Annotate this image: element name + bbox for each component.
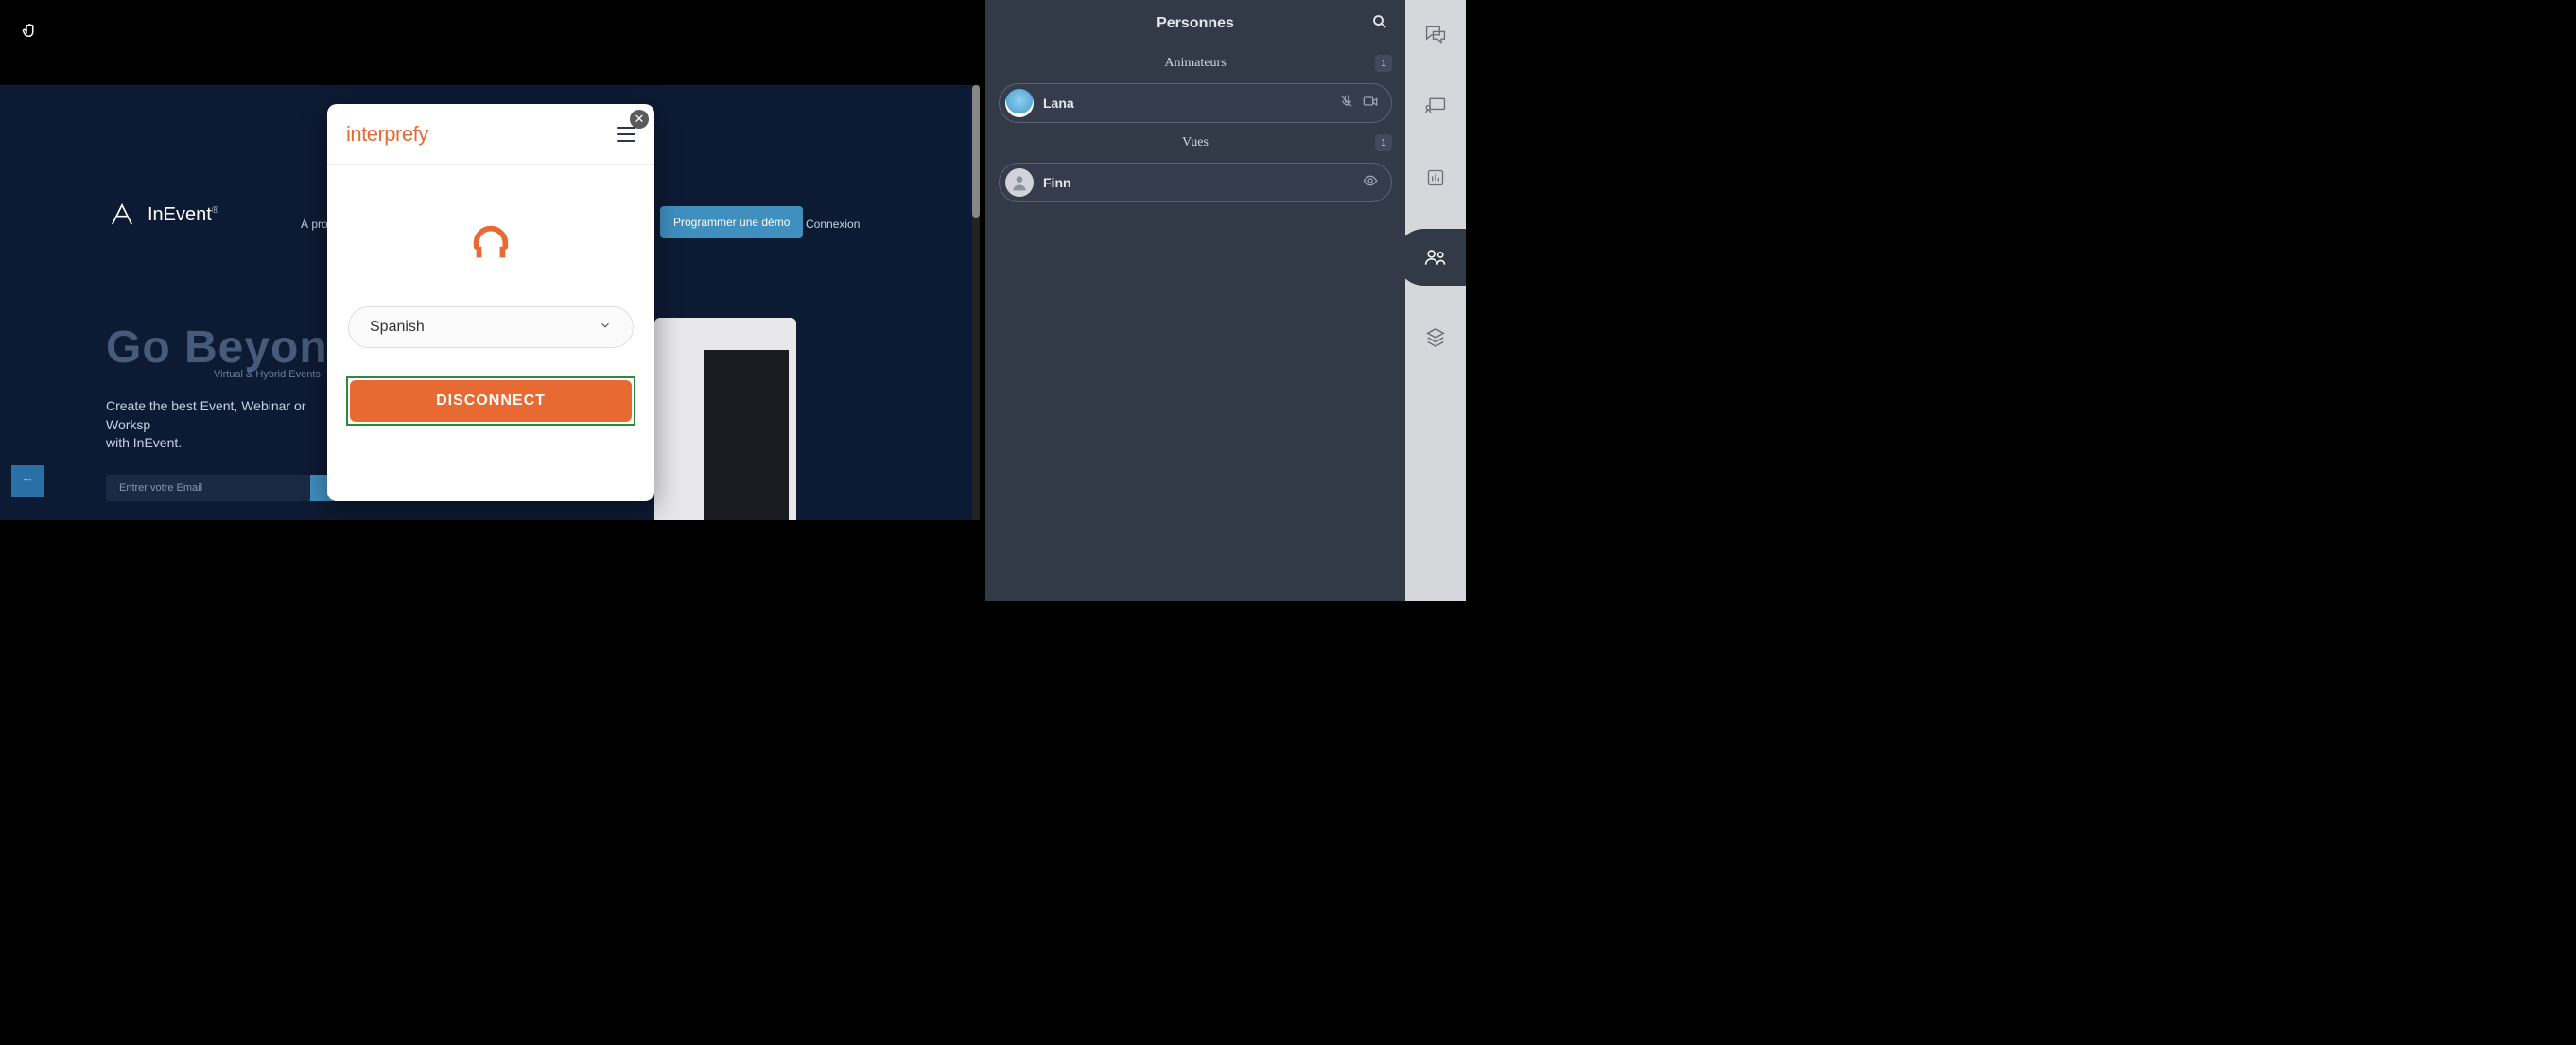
inevent-logo: InEvent® <box>106 199 218 231</box>
disconnect-highlight: DISCONNECT <box>346 376 635 426</box>
email-input[interactable]: Entrer votre Email <box>106 475 310 501</box>
demo-button[interactable]: Programmer une démo <box>660 206 803 238</box>
modal-header: interprefy <box>327 104 654 165</box>
rail-poll-icon[interactable] <box>1405 157 1466 199</box>
rail-layers-icon[interactable] <box>1405 316 1466 357</box>
raise-hand-icon[interactable] <box>21 23 38 44</box>
camera-icon[interactable] <box>1363 95 1378 113</box>
headphone-icon <box>327 221 654 265</box>
chevron-down-icon <box>599 319 612 337</box>
logo-text: InEvent <box>148 204 212 225</box>
count-badge: 1 <box>1375 55 1392 72</box>
right-rail <box>1405 0 1466 601</box>
avatar <box>1005 168 1034 197</box>
scrollbar-track[interactable] <box>972 85 980 520</box>
count-badge: 1 <box>1375 134 1392 151</box>
avatar <box>1005 89 1034 117</box>
interprefy-logo: interprefy <box>346 122 428 147</box>
hamburger-icon[interactable] <box>617 127 635 147</box>
video-thumbnail-inner <box>704 350 789 520</box>
mic-muted-icon[interactable] <box>1340 95 1353 113</box>
rail-chat-icon[interactable] <box>1405 13 1466 55</box>
people-panel: Personnes Animateurs 1 Lana Vues 1 Finn <box>985 0 1405 601</box>
help-chat-icon[interactable] <box>11 465 44 497</box>
disconnect-button[interactable]: DISCONNECT <box>350 380 632 422</box>
scrollbar-thumb[interactable] <box>972 85 980 218</box>
panel-title-text: Personnes <box>1157 15 1234 32</box>
connexion-link[interactable]: Connexion <box>806 218 860 231</box>
person-row-finn[interactable]: Finn <box>999 163 1392 202</box>
rail-people-icon[interactable] <box>1405 229 1466 286</box>
eye-icon[interactable] <box>1363 174 1378 192</box>
email-placeholder: Entrer votre Email <box>119 482 202 494</box>
person-row-lana[interactable]: Lana <box>999 83 1392 123</box>
section-label: Animateurs <box>1164 56 1226 71</box>
person-name: Lana <box>1043 96 1340 111</box>
search-icon[interactable] <box>1371 13 1388 35</box>
section-vues: Vues 1 <box>985 127 1405 159</box>
person-name: Finn <box>1043 175 1363 190</box>
headline: Go Beyond <box>106 322 357 374</box>
description-text: Create the best Event, Webinar or Worksp… <box>106 397 352 453</box>
rail-present-icon[interactable] <box>1405 85 1466 127</box>
panel-title: Personnes <box>985 0 1405 47</box>
interprefy-modal: ✕ interprefy Spanish DISCONNECT <box>327 104 654 501</box>
subheadline: Virtual & Hybrid Events <box>214 369 321 380</box>
language-selected-value: Spanish <box>370 319 425 336</box>
language-select[interactable]: Spanish <box>348 306 634 348</box>
section-animateurs: Animateurs 1 <box>985 47 1405 79</box>
section-label: Vues <box>1182 135 1209 150</box>
